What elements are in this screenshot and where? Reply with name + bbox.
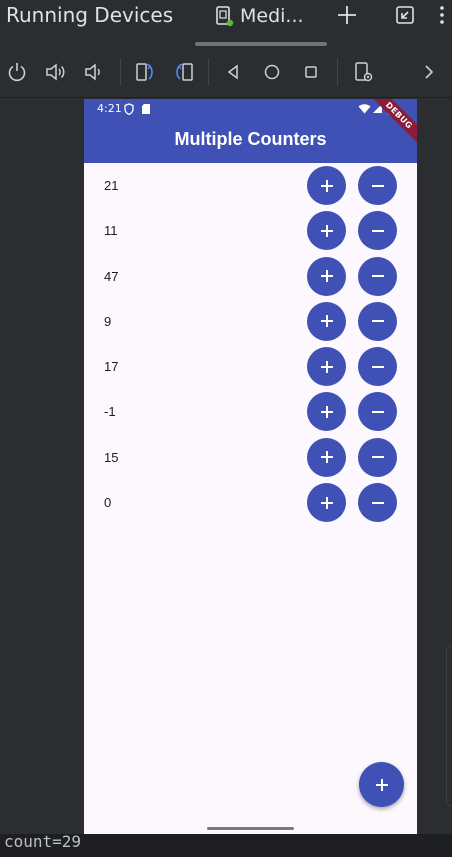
increment-button[interactable] (307, 392, 346, 432)
add-tab-icon[interactable] (334, 3, 360, 27)
chevron-right-icon[interactable] (416, 59, 442, 85)
counter-row: 17 (84, 344, 417, 389)
sd-card-icon (141, 103, 151, 118)
decrement-button[interactable] (358, 211, 397, 251)
side-scroll-indicator[interactable] (446, 646, 452, 806)
rotate-left-icon[interactable] (132, 59, 158, 85)
counter-row: 47 (84, 254, 417, 299)
window-title: Running Devices (6, 3, 174, 27)
plus-icon (320, 360, 333, 373)
counter-value: 9 (104, 313, 112, 329)
minus-icon (371, 275, 384, 278)
plus-icon (375, 778, 388, 791)
increment-button[interactable] (307, 211, 346, 251)
plus-icon (320, 496, 333, 509)
increment-button[interactable] (307, 301, 346, 341)
minus-icon (371, 410, 384, 413)
plus-icon (320, 451, 333, 464)
counter-value: 11 (104, 223, 118, 239)
minus-icon (371, 365, 384, 368)
device-settings-icon[interactable] (351, 59, 377, 85)
counter-row: 11 (84, 208, 417, 253)
increment-button[interactable] (307, 347, 346, 387)
minus-icon (371, 320, 384, 323)
minus-icon (371, 184, 384, 187)
status-time: 4:21 (97, 102, 122, 115)
decrement-button[interactable] (358, 483, 397, 523)
decrement-button[interactable] (358, 392, 397, 432)
add-counter-button[interactable] (359, 762, 404, 807)
toolbar-separator (120, 58, 121, 86)
back-icon[interactable] (220, 59, 246, 85)
app-title: Multiple Counters (174, 129, 327, 149)
shield-icon (124, 103, 134, 118)
device-toolbar (0, 46, 452, 98)
decrement-button[interactable] (358, 347, 397, 387)
minus-icon (371, 229, 384, 232)
decrement-button[interactable] (358, 166, 397, 205)
volume-up-icon[interactable] (42, 59, 68, 85)
counter-row: 21 (84, 163, 417, 208)
counter-row: 15 (84, 435, 417, 480)
increment-button[interactable] (307, 483, 346, 523)
status-bar: 4:21 (84, 99, 417, 119)
volume-down-icon[interactable] (80, 59, 106, 85)
plus-icon (320, 179, 333, 192)
counter-row: 9 (84, 299, 417, 344)
minus-icon (371, 501, 384, 504)
decrement-button[interactable] (358, 301, 397, 341)
counter-row: -1 (84, 389, 417, 434)
ide-title-bar: Running Devices Medi... (0, 0, 452, 46)
toolbar-separator (337, 58, 338, 86)
decrement-button[interactable] (358, 437, 397, 477)
log-output: count=29 (0, 832, 452, 857)
counter-value: 15 (104, 449, 119, 465)
tab-label: Medi... (240, 5, 304, 27)
power-icon[interactable] (4, 59, 30, 85)
increment-button[interactable] (307, 256, 346, 296)
overview-icon[interactable] (298, 59, 324, 85)
tab-device[interactable]: Medi... (214, 3, 304, 29)
device-tab-icon (214, 5, 234, 27)
plus-icon (320, 315, 333, 328)
app-bar: Multiple Counters (84, 119, 417, 163)
increment-button[interactable] (307, 437, 346, 477)
counter-row: 0 (84, 480, 417, 525)
phone-screen: 4:21 Multiple Counters DEBUG 21 11 47 9 17 -1… (84, 99, 417, 839)
counter-value: -1 (104, 404, 116, 420)
counter-value: 21 (104, 178, 119, 193)
log-line: count=29 (4, 832, 82, 851)
more-options-icon[interactable] (434, 3, 450, 27)
counter-value: 17 (104, 359, 119, 375)
counter-value: 47 (104, 268, 119, 284)
wifi-icon (358, 103, 371, 117)
home-icon[interactable] (259, 59, 285, 85)
restore-window-icon[interactable] (392, 3, 418, 27)
toolbar-separator (208, 58, 209, 86)
counter-list: 21 11 47 9 17 -1 15 0 (84, 163, 417, 525)
increment-button[interactable] (307, 166, 346, 205)
minus-icon (371, 456, 384, 459)
rotate-right-icon[interactable] (171, 59, 197, 85)
plus-icon (320, 224, 333, 237)
counter-value: 0 (104, 495, 112, 511)
plus-icon (320, 270, 333, 283)
gesture-bar[interactable] (207, 827, 294, 830)
plus-icon (320, 405, 333, 418)
decrement-button[interactable] (358, 256, 397, 296)
